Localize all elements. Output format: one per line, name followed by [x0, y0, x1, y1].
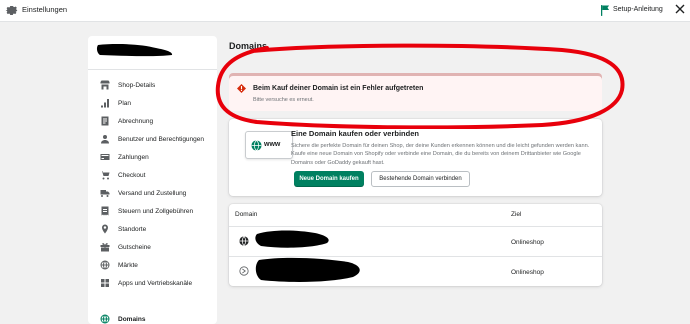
redacted-store-name [96, 44, 173, 57]
sidebar-item-label: Plan [118, 99, 132, 107]
error-message: Bitte versuche es erneut. [253, 97, 314, 103]
buy-new-domain-button[interactable]: Neue Domain kaufen [294, 171, 364, 187]
window-title: Einstellungen [22, 5, 68, 14]
sidebar-item-domains[interactable]: Domains [88, 310, 217, 324]
sidebar-item-label: Versand und Zustellung [118, 189, 187, 197]
card-heading: Eine Domain kaufen oder verbinden [291, 129, 419, 138]
sidebar-item-label: Apps und Vertriebskanäle [118, 279, 193, 287]
apps-icon [99, 278, 110, 289]
sidebar-item-plan[interactable]: Plan [88, 94, 217, 112]
table-divider [229, 226, 602, 227]
alert-icon [237, 84, 246, 93]
globe-icon [251, 140, 262, 151]
globe-icon [99, 260, 110, 271]
sidebar-item-label: Gutscheine [118, 243, 151, 251]
sidebar-item-label: Steuern und Zollgebühren [118, 207, 194, 215]
redacted-domain-name [255, 257, 360, 282]
domain-purchase-card: www Eine Domain kaufen oder verbinden Si… [229, 119, 602, 196]
sidebar-item-label: Abrechnung [118, 117, 154, 125]
redacted-domain-name [255, 230, 329, 248]
sidebar-item-gift-cards[interactable]: Gutscheine [88, 238, 217, 256]
sidebar-item-label: Benutzer und Berechtigungen [118, 135, 205, 143]
domains-table: Domain Ziel Onlineshop Onlineshop [229, 204, 602, 286]
column-header-domain: Domain [235, 211, 258, 218]
flag-icon[interactable] [601, 5, 610, 16]
setup-guide-link[interactable]: Setup-Anleitung [613, 6, 663, 13]
payments-icon [99, 152, 110, 163]
sidebar-item-label: Domains [118, 315, 146, 323]
sidebar-item-taxes[interactable]: Steuern und Zollgebühren [88, 202, 217, 220]
plan-icon [99, 98, 110, 109]
table-cell-target: Onlineshop [511, 269, 544, 276]
card-description: Sichere die perfekte Domain für deinen S… [291, 143, 590, 166]
top-bar: Einstellungen Setup-Anleitung [0, 0, 690, 22]
close-icon[interactable] [674, 3, 686, 15]
truck-icon [99, 188, 110, 199]
gear-icon [5, 5, 18, 16]
sidebar-item-users[interactable]: Benutzer und Berechtigungen [88, 130, 217, 148]
sidebar-divider [88, 69, 217, 70]
sidebar-item-checkout[interactable]: Checkout [88, 166, 217, 184]
gift-card-icon [99, 242, 110, 253]
sidebar-item-shipping[interactable]: Versand und Zustellung [88, 184, 217, 202]
sidebar-item-label: Standorte [118, 225, 147, 233]
sidebar-item-payments[interactable]: Zahlungen [88, 148, 217, 166]
error-banner: Beim Kauf deiner Domain ist ein Fehler a… [229, 73, 602, 111]
user-icon [99, 134, 110, 145]
www-illustration: www [245, 131, 293, 159]
billing-icon [99, 116, 110, 127]
column-header-target: Ziel [511, 211, 522, 218]
www-label: www [264, 141, 281, 148]
sidebar-item-label: Checkout [118, 171, 146, 179]
error-title: Beim Kauf deiner Domain ist ein Fehler a… [253, 85, 424, 92]
taxes-icon [99, 206, 110, 217]
sidebar-item-locations[interactable]: Standorte [88, 220, 217, 238]
sidebar-item-label: Märkte [118, 261, 138, 269]
settings-sidebar: Shop-Details Plan Abrechnung Benutzer un… [88, 36, 217, 324]
sidebar-item-markets[interactable]: Märkte [88, 256, 217, 274]
globe-icon [99, 314, 110, 324]
store-icon [99, 80, 110, 91]
sidebar-item-shop-details[interactable]: Shop-Details [88, 76, 217, 94]
connect-existing-domain-button[interactable]: Bestehende Domain verbinden [371, 171, 470, 187]
cart-icon [99, 170, 110, 181]
page-title: Domains [229, 41, 268, 51]
sidebar-item-billing[interactable]: Abrechnung [88, 112, 217, 130]
table-cell-target: Onlineshop [511, 239, 544, 246]
location-icon [99, 224, 110, 235]
globe-icon [239, 236, 249, 246]
redirect-icon [239, 266, 249, 276]
sidebar-item-label: Zahlungen [118, 153, 149, 161]
sidebar-item-label: Shop-Details [118, 81, 156, 89]
sidebar-item-apps[interactable]: Apps und Vertriebskanäle [88, 274, 217, 292]
